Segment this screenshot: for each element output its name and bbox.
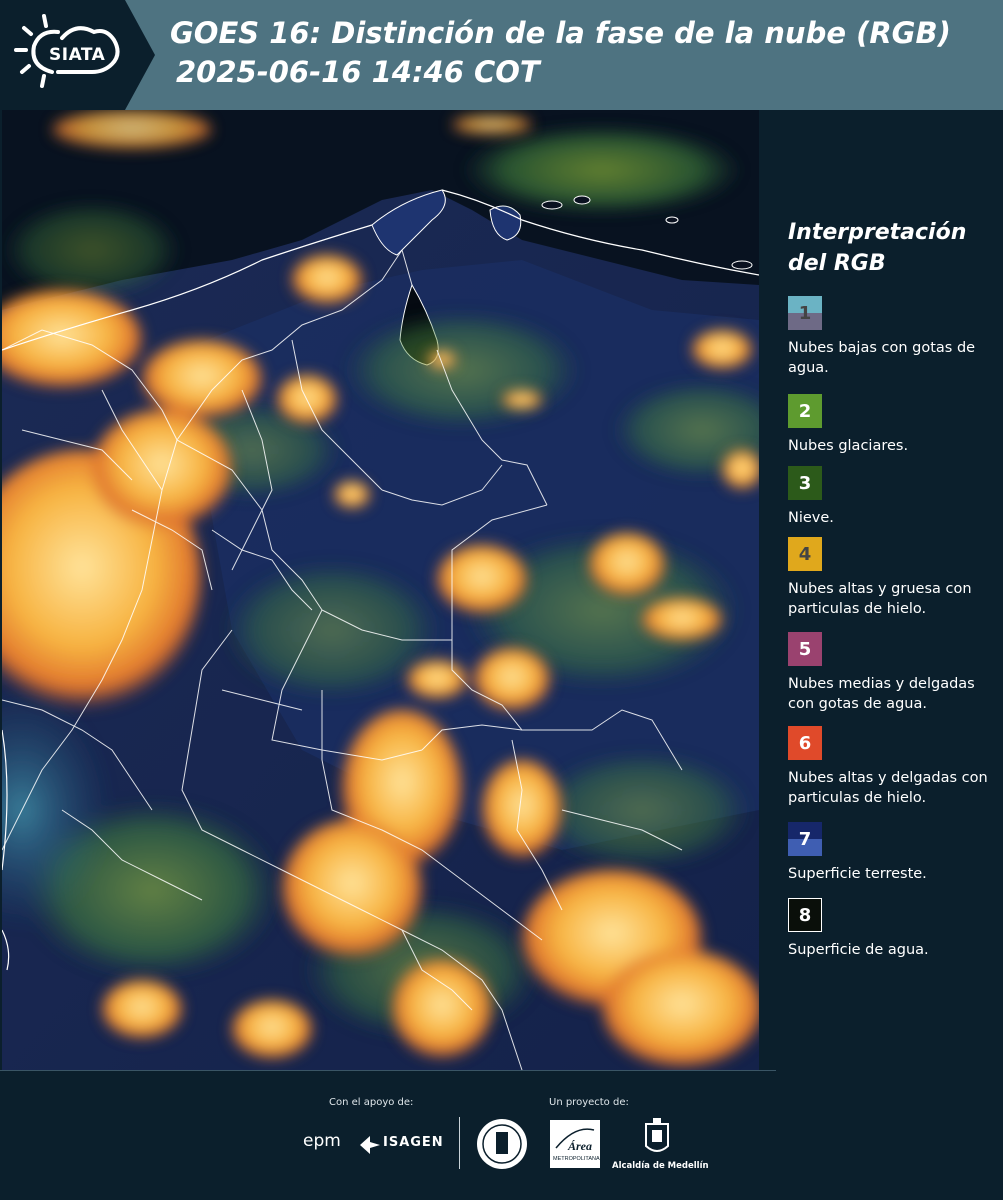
legend-item-6: 6 Nubes altas y delgadas con particulas d… bbox=[788, 726, 1000, 808]
legend-number: 7 bbox=[798, 828, 812, 850]
legend-label: Nubes altas y gruesa con particulas de h… bbox=[788, 581, 972, 617]
support-label: Con el apoyo de: bbox=[329, 1097, 414, 1108]
legend-number: 4 bbox=[798, 543, 812, 565]
legend-swatch-1: 1 bbox=[788, 296, 822, 330]
legend-label: Nieve. bbox=[788, 510, 834, 526]
legend-swatch-5: 5 bbox=[788, 632, 822, 666]
project-label: Un proyecto de: bbox=[549, 1097, 629, 1108]
legend-number: 3 bbox=[798, 472, 812, 494]
legend-label: Nubes altas y delgadas con particulas de… bbox=[788, 770, 988, 806]
legend-item-2: 2 Nubes glaciares. bbox=[788, 394, 1000, 456]
legend-title: Interpretación del RGB bbox=[788, 217, 998, 279]
legend-number: 6 bbox=[798, 732, 812, 754]
area-metropolitana-logo-icon: Área METROPOLITANA bbox=[550, 1120, 600, 1168]
legend-label: Nubes bajas con gotas de agua. bbox=[788, 340, 976, 376]
area-logo-word: Área bbox=[567, 1139, 592, 1153]
page-timestamp: 2025-06-16 14:46 COT bbox=[176, 55, 540, 89]
legend-label: Nubes medias y delgadas con gotas de agu… bbox=[788, 676, 975, 712]
legend-swatch-2: 2 bbox=[788, 394, 822, 428]
legend-number: 1 bbox=[798, 302, 812, 324]
legend-item-3: 3 Nieve. bbox=[788, 466, 1000, 528]
legend-label: Nubes glaciares. bbox=[788, 438, 909, 454]
alcaldia-logo-icon bbox=[645, 1118, 669, 1152]
logo-block: SIATA bbox=[0, 0, 125, 110]
legend-swatch-7: 7 bbox=[788, 822, 822, 856]
alcaldia-text: Alcaldía de Medellín bbox=[612, 1161, 709, 1171]
satellite-rgb-map[interactable] bbox=[2, 110, 759, 1070]
legend-swatch-6: 6 bbox=[788, 726, 822, 760]
legend-swatch-8: 8 bbox=[788, 898, 822, 932]
legend-label: Superficie terreste. bbox=[788, 866, 927, 882]
epm-logo-icon: epm bbox=[303, 1131, 341, 1151]
legend-swatch-4: 4 bbox=[788, 537, 822, 571]
footer-separator bbox=[0, 1070, 776, 1071]
legend-item-8: 8 Superficie de agua. bbox=[788, 898, 1000, 960]
legend-item-5: 5 Nubes medias y delgadas con gotas de ag… bbox=[788, 632, 1000, 714]
legend-item-7: 7 Superficie terreste. bbox=[788, 822, 1000, 884]
area-logo-sub: METROPOLITANA bbox=[553, 1156, 600, 1162]
legend-swatch-3: 3 bbox=[788, 466, 822, 500]
legend-item-1: 1 Nubes bajas con gotas de agua. bbox=[788, 296, 1000, 378]
seal-icon bbox=[477, 1119, 527, 1169]
logo-arrow bbox=[125, 0, 155, 110]
footer: Con el apoyo de: Un proyecto de: epm ISA… bbox=[0, 1070, 1003, 1200]
legend-item-4: 4 Nubes altas y gruesa con particulas de … bbox=[788, 537, 1000, 619]
legend-label: Superficie de agua. bbox=[788, 942, 929, 958]
legend-title-line1: Interpretación bbox=[788, 220, 967, 245]
isagen-logo-text: ISAGEN bbox=[383, 1135, 444, 1150]
isagen-logo-icon bbox=[360, 1136, 380, 1154]
logo-text: SIATA bbox=[49, 45, 106, 65]
legend-title-line2: del RGB bbox=[788, 251, 886, 276]
legend-panel: Interpretación del RGB 1 Nubes bajas con … bbox=[776, 110, 1001, 1070]
header-bar: SIATA GOES 16: Distinción de la fase de … bbox=[0, 0, 1003, 110]
legend-number: 5 bbox=[798, 638, 812, 660]
footer-divider bbox=[459, 1117, 460, 1169]
page-title: GOES 16: Distinción de la fase de la nub… bbox=[170, 16, 951, 50]
legend-number: 2 bbox=[798, 400, 812, 422]
legend-number: 8 bbox=[798, 904, 812, 926]
